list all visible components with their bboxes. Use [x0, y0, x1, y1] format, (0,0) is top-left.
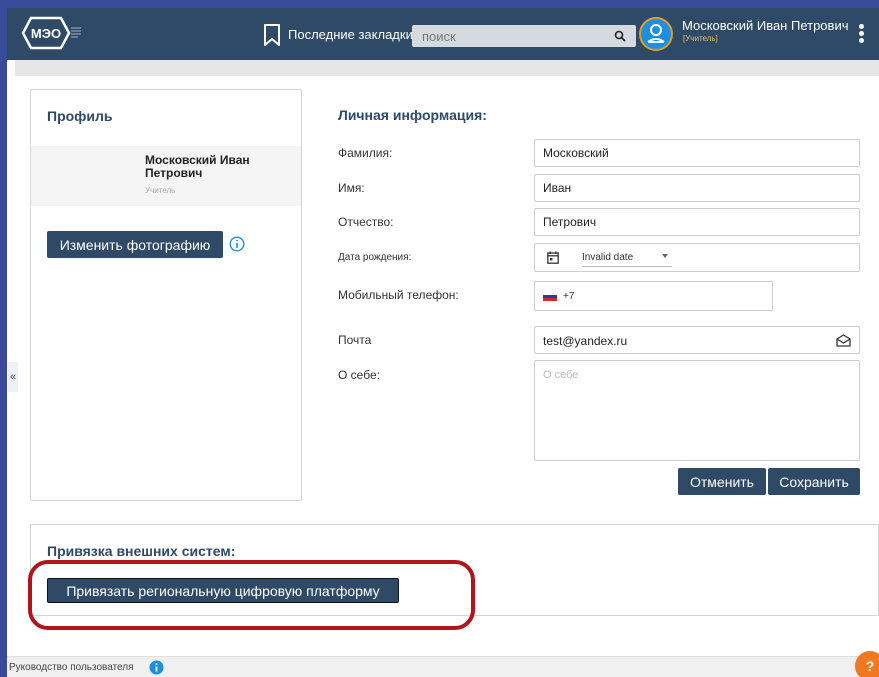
personal-info-title: Личная информация: [338, 107, 487, 123]
info-icon[interactable] [229, 236, 245, 252]
profile-name: Московский Иван Петрович [145, 153, 250, 180]
russia-flag-icon[interactable] [543, 292, 557, 301]
email-label: Почта [338, 333, 372, 347]
phone-field[interactable]: +7 [534, 281, 773, 311]
middle-name-field[interactable] [534, 208, 860, 236]
calendar-icon[interactable] [547, 251, 559, 264]
change-photo-button[interactable]: Изменить фотографию [47, 231, 223, 258]
search-icon[interactable] [614, 30, 626, 42]
phone-label: Мобильный телефон: [338, 288, 459, 302]
avatar[interactable] [639, 17, 673, 51]
birth-date-picker[interactable]: Invalid date [534, 243, 860, 272]
header-user-name[interactable]: Московский Иван Петрович [682, 18, 848, 33]
kebab-menu-icon[interactable] [853, 22, 869, 48]
profile-summary: Московский Иван Петрович Учитель [31, 146, 301, 206]
birth-date-value: Invalid date [582, 252, 634, 263]
date-underline [582, 266, 672, 267]
bookmark-icon[interactable] [263, 24, 281, 46]
first-name-field[interactable] [534, 174, 860, 202]
user-guide-link[interactable]: Руководство пользователя [9, 662, 134, 673]
meo-logo[interactable]: МЭО [21, 16, 83, 50]
recent-bookmarks-link[interactable]: Последние закладки [288, 27, 413, 42]
profile-title: Профиль [47, 108, 113, 124]
save-button[interactable]: Сохранить [768, 468, 860, 495]
search-input[interactable] [422, 28, 602, 44]
about-label: О себе: [338, 368, 380, 382]
first-name-label: Имя: [338, 181, 365, 195]
middle-name-label: Отчество: [338, 215, 394, 229]
external-systems-card: Привязка внешних систем: Привязать регио… [30, 524, 879, 616]
help-button[interactable]: ? [855, 651, 879, 677]
info-icon[interactable] [149, 660, 164, 675]
mail-icon[interactable] [836, 334, 851, 347]
profile-card: Профиль Московский Иван Петрович Учитель… [30, 89, 302, 501]
external-systems-title: Привязка внешних систем: [47, 543, 236, 559]
footer: Руководство пользователя [7, 656, 879, 677]
cancel-button[interactable]: Отменить [678, 468, 766, 495]
top-bar: МЭО Последние закладки Московский Иван П… [7, 8, 879, 60]
link-regional-platform-button[interactable]: Привязать региональную цифровую платформ… [47, 578, 399, 603]
email-field[interactable]: test@yandex.ru [534, 326, 860, 354]
profile-role: Учитель [145, 186, 176, 195]
window-frame-left [0, 0, 7, 677]
subheader-strip [15, 60, 879, 76]
chevron-down-icon[interactable] [662, 254, 668, 258]
email-value: test@yandex.ru [543, 334, 628, 348]
user-icon [647, 24, 665, 43]
birth-date-label: Дата рождения: [338, 252, 412, 263]
sidebar-collapse-button[interactable]: « [8, 362, 18, 392]
last-name-label: Фамилия: [338, 146, 393, 160]
about-textarea[interactable] [534, 360, 860, 461]
header-user-role: [Учитель] [683, 34, 718, 43]
logo-text: МЭО [31, 26, 61, 41]
phone-country-code: +7 [563, 291, 575, 302]
last-name-field[interactable] [534, 139, 860, 167]
window-frame-top [0, 0, 879, 8]
search-box[interactable] [412, 25, 636, 47]
